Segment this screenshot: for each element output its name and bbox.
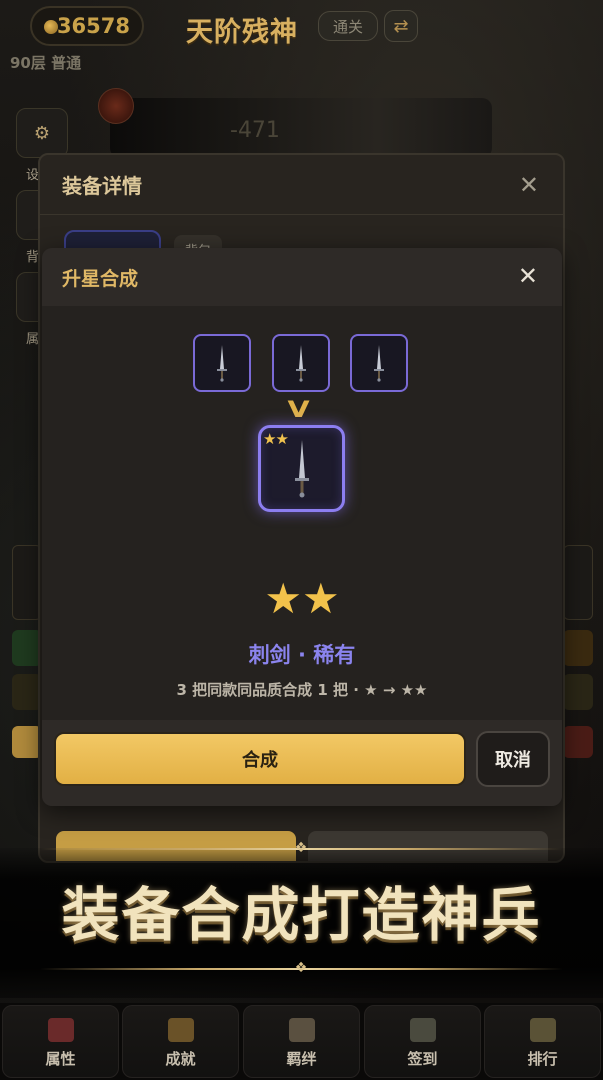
synthesis-description: 3 把同款同品质合成 1 把 · ★ → ★★ bbox=[176, 681, 428, 699]
list-item bbox=[563, 630, 593, 666]
result-slot[interactable]: ★★ bbox=[258, 425, 345, 512]
book-icon bbox=[288, 1018, 315, 1042]
nav-item-achievements[interactable]: 成就 bbox=[122, 1005, 239, 1078]
list-item bbox=[563, 674, 593, 710]
star-synthesis-modal: 升星合成 ✕ V ★★ ★★ 刺剑 · 稀有 3 把同款同品质合成 1 把 · … bbox=[42, 248, 562, 806]
ornament-icon: ❖ bbox=[294, 960, 308, 976]
cancel-button[interactable]: 取消 bbox=[476, 731, 550, 787]
gear-icon: ⚙ bbox=[33, 122, 51, 144]
list-item bbox=[563, 545, 593, 620]
synthesis-footer: 合成 取消 bbox=[42, 720, 562, 806]
synthesis-modal-title: 升星合成 bbox=[42, 248, 562, 306]
input-slot[interactable] bbox=[350, 334, 408, 392]
nav-item-checkin[interactable]: 签到 bbox=[364, 1005, 481, 1078]
swap-arrows-icon[interactable]: ⇄ bbox=[384, 10, 418, 42]
top-bar: 36578 天阶残神 通关 ⇄ 90层 普通 bbox=[0, 0, 603, 80]
trophy-icon bbox=[167, 1018, 194, 1042]
bottom-nav: 属性 成就 羁绊 签到 排行 bbox=[0, 1003, 603, 1080]
result-stars: ★★ bbox=[263, 430, 289, 448]
sword-icon bbox=[217, 345, 227, 382]
equipment-modal-title: 装备详情 bbox=[40, 155, 563, 215]
nav-item-attributes[interactable]: 属性 bbox=[2, 1005, 119, 1078]
item-name: 刺剑 · 稀有 bbox=[248, 643, 356, 667]
boss-panel bbox=[110, 98, 492, 158]
sword-icon bbox=[296, 345, 306, 382]
nav-label: 排行 bbox=[527, 1050, 558, 1068]
chevron-down-icon: V bbox=[287, 398, 310, 423]
sword-icon bbox=[294, 439, 309, 497]
banner-slogan: 装备合成打造神兵 bbox=[61, 881, 542, 949]
nav-item-bonds[interactable]: 羁绊 bbox=[243, 1005, 360, 1078]
nav-label: 羁绊 bbox=[286, 1050, 317, 1068]
coin-icon bbox=[44, 20, 58, 34]
settings-button[interactable]: ⚙ bbox=[16, 108, 68, 158]
input-slot[interactable] bbox=[193, 334, 251, 392]
character-icon bbox=[47, 1018, 74, 1042]
promo-banner: ❖ 装备合成打造神兵 ❖ bbox=[0, 840, 603, 998]
close-icon[interactable]: ✕ bbox=[519, 171, 539, 199]
list-item bbox=[563, 726, 593, 758]
game-title: 天阶残神 bbox=[186, 17, 298, 48]
floor-label: 90层 普通 bbox=[10, 54, 82, 72]
gold-counter: 36578 bbox=[30, 6, 144, 46]
clear-stage-button[interactable]: 通关 bbox=[318, 11, 378, 41]
boss-emblem-icon bbox=[98, 88, 134, 124]
nav-label: 属性 bbox=[45, 1050, 76, 1068]
nav-label: 签到 bbox=[407, 1050, 438, 1068]
close-icon[interactable]: ✕ bbox=[518, 262, 538, 290]
synthesize-button[interactable]: 合成 bbox=[54, 732, 466, 786]
star-rating: ★★ bbox=[264, 574, 340, 623]
calendar-icon bbox=[409, 1018, 436, 1042]
ornament-icon: ❖ bbox=[294, 840, 308, 856]
ranking-icon bbox=[529, 1018, 556, 1042]
nav-label: 成就 bbox=[165, 1050, 196, 1068]
battle-number: -471 bbox=[230, 118, 280, 143]
gold-amount: 36578 bbox=[56, 14, 130, 38]
nav-item-ranking[interactable]: 排行 bbox=[484, 1005, 601, 1078]
input-slot[interactable] bbox=[272, 334, 330, 392]
sword-icon bbox=[374, 345, 384, 382]
